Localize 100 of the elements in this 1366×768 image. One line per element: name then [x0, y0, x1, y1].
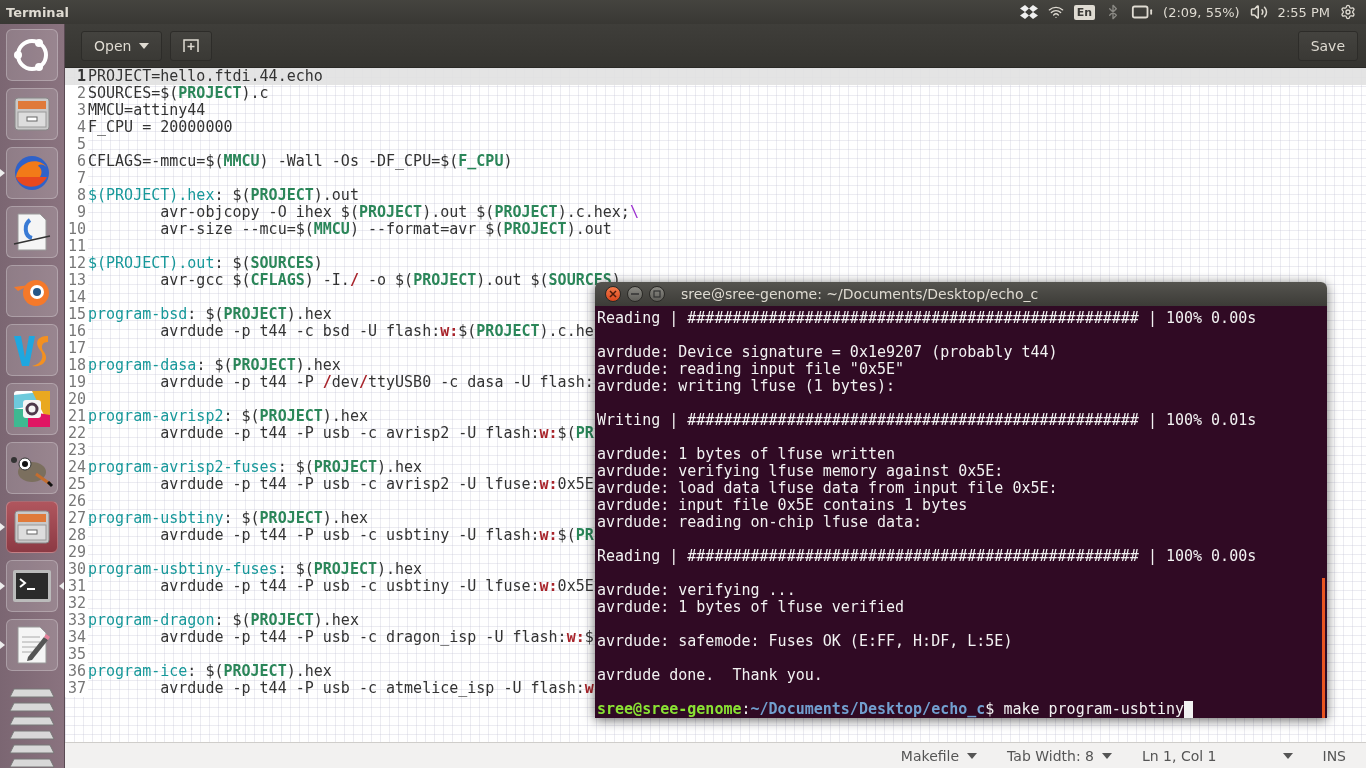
caret-icon [1282, 752, 1293, 759]
code-line: SOURCES=$(PROJECT).c [88, 85, 269, 102]
line-number: 23 [65, 442, 88, 459]
text-cursor [1184, 701, 1194, 718]
terminal-line: Reading | ################################################## | 100% 0.00s [597, 548, 1258, 565]
launcher-app-button[interactable] [6, 265, 58, 317]
code-line: avrdude -p t44 -P usb -c atmelice_isp -U flash:w [159, 680, 594, 697]
clock[interactable]: 2:55 PM [1277, 4, 1330, 20]
code-line: F_CPU = 20000000 [88, 119, 233, 136]
line-number: 9 [65, 204, 88, 221]
minimize-icon [631, 293, 639, 295]
caret-icon [1101, 752, 1112, 759]
line-number: 1 [75, 68, 87, 85]
maximize-icon [653, 290, 661, 298]
line-number: 21 [65, 408, 88, 425]
line-number: 34 [65, 629, 88, 646]
volume-icon [1249, 3, 1268, 21]
line-number: 15 [65, 306, 88, 323]
terminal-line: avrdude done. Thank you. [597, 667, 824, 684]
status-dropdown[interactable]: Makefile [896, 747, 982, 764]
line-number: 33 [65, 612, 88, 629]
code-line: program-dragon: $(PROJECT).hex [88, 612, 359, 629]
line-number: 2 [65, 85, 88, 102]
line-number: 25 [65, 476, 88, 493]
minimize-button[interactable] [627, 286, 643, 302]
status-text: Ln 1, Col 1 [1140, 747, 1218, 764]
launcher-app-button[interactable] [6, 206, 58, 258]
line-number: 28 [65, 527, 88, 544]
new-tab-button[interactable] [170, 30, 213, 61]
close-button[interactable] [605, 286, 621, 302]
launcher-app-button[interactable] [6, 619, 58, 671]
terminal-line: avrdude: input file 0x5E contains 1 bytes [597, 497, 969, 514]
terminal-line: avrdude: load data lfuse data from input file 0x5E: [597, 480, 1059, 497]
code-line: program-ice: $(PROJECT).hex [88, 663, 332, 680]
terminal-line: Writing | ################################################## | 100% 0.01s [597, 412, 1258, 429]
new-tab-icon [183, 38, 200, 53]
code-line: avrdude -p t44 -c bsd -U flash:w:$(PROJECT).c.he [159, 323, 594, 340]
code-line: program-avrisp2-fuses: $(PROJECT).hex [88, 459, 423, 476]
launcher-app-button[interactable] [6, 383, 58, 435]
launcher-app-button[interactable] [6, 442, 58, 494]
line-number: 8 [65, 187, 88, 204]
line-number: 16 [65, 323, 88, 340]
code-line: program-bsd: $(PROJECT).hex [88, 306, 332, 323]
open-button[interactable]: Open [81, 30, 163, 61]
code-line: program-dasa: $(PROJECT).hex [88, 357, 341, 374]
status-dropdown[interactable]: Tab Width: 8 [1003, 747, 1116, 764]
code-line: program-avrisp2: $(PROJECT).hex [88, 408, 368, 425]
terminal-line: avrdude: reading on-chip lfuse data: [597, 514, 924, 531]
keyboard-layout-indicator[interactable]: En [1073, 4, 1096, 20]
line-number: 36 [65, 663, 88, 680]
code-line: $(PROJECT).hex: $(PROJECT).out [88, 187, 359, 204]
code-line: CFLAGS=-mmcu=$(MMCU) -Wall -Os -DF_CPU=$(F_CPU) [88, 153, 513, 170]
command-prompt-line: sree@sree-genome:~/Documents/Desktop/echo_c$ make program-usbtiny [597, 701, 1185, 718]
line-number: 18 [65, 357, 88, 374]
code-line: MMCU=attiny44 [88, 102, 206, 119]
status-text: INS [1321, 747, 1347, 764]
code-line: program-usbtiny-fuses: $(PROJECT).hex [88, 561, 423, 578]
terminal-line: avrdude: 1 bytes of lfuse verified [597, 599, 906, 616]
line-number: 3 [65, 102, 88, 119]
code-line: avrdude -p t44 -P usb -c usbtiny -U lfuse:w:0x5E [159, 578, 594, 595]
terminal-line: avrdude: 1 bytes of lfuse written [597, 446, 896, 463]
code-line: avrdude -p t44 -P /dev/ttyUSB0 -c dasa -U flash: [159, 374, 594, 391]
close-icon [609, 290, 617, 298]
launcher-app-button[interactable] [6, 501, 58, 553]
dropbox-icon [1019, 4, 1038, 20]
settings-icon [1340, 4, 1356, 20]
scrollbar[interactable] [1322, 578, 1325, 718]
line-number: 26 [65, 493, 88, 510]
line-number: 31 [65, 578, 88, 595]
code-line: avrdude -p t44 -P usb -c dragon_isp -U flash:w:$ [159, 629, 594, 646]
window-title: sree@sree-genome: ~/Documents/Desktop/echo_c [681, 286, 1039, 302]
caret-icon [967, 752, 978, 759]
terminal-line: avrdude: verifying ... [597, 582, 797, 599]
line-number: 5 [65, 136, 88, 153]
line-number: 22 [65, 425, 88, 442]
launcher-app-button[interactable] [6, 560, 58, 612]
save-button[interactable]: Save [1297, 30, 1358, 61]
line-number: 12 [65, 255, 88, 272]
terminal-line: avrdude: writing lfuse (1 bytes): [597, 378, 896, 395]
maximize-button[interactable] [649, 286, 665, 302]
battery-status: (2:09, 55%) [1163, 4, 1240, 20]
line-number: 20 [65, 391, 88, 408]
line-number: 11 [65, 238, 88, 255]
code-line: $(PROJECT).out: $(SOURCES) [88, 255, 323, 272]
line-number: 14 [65, 289, 88, 306]
line-number: 27 [65, 510, 88, 527]
line-number: 32 [65, 595, 88, 612]
line-number: 30 [65, 561, 88, 578]
caret-icon [139, 42, 150, 49]
window-title: Terminal [6, 4, 70, 20]
line-number: 19 [65, 374, 88, 391]
code-line: avrdude -p t44 -P usb -c avrisp2 -U lfuse:w:0x5E [159, 476, 594, 493]
code-line: avrdude -p t44 -P usb -c usbtiny -U flash:w:$(PR [159, 527, 594, 544]
line-number: 24 [65, 459, 88, 476]
code-line: PROJECT=hello.ftdi.44.echo [88, 68, 323, 85]
code-line: avrdude -p t44 -P usb -c avrisp2 -U flash:w:$(PR [159, 425, 594, 442]
line-number: 7 [65, 170, 88, 187]
line-number: 4 [65, 119, 88, 136]
code-line: program-usbtiny: $(PROJECT).hex [88, 510, 368, 527]
wifi-icon [1047, 4, 1064, 20]
